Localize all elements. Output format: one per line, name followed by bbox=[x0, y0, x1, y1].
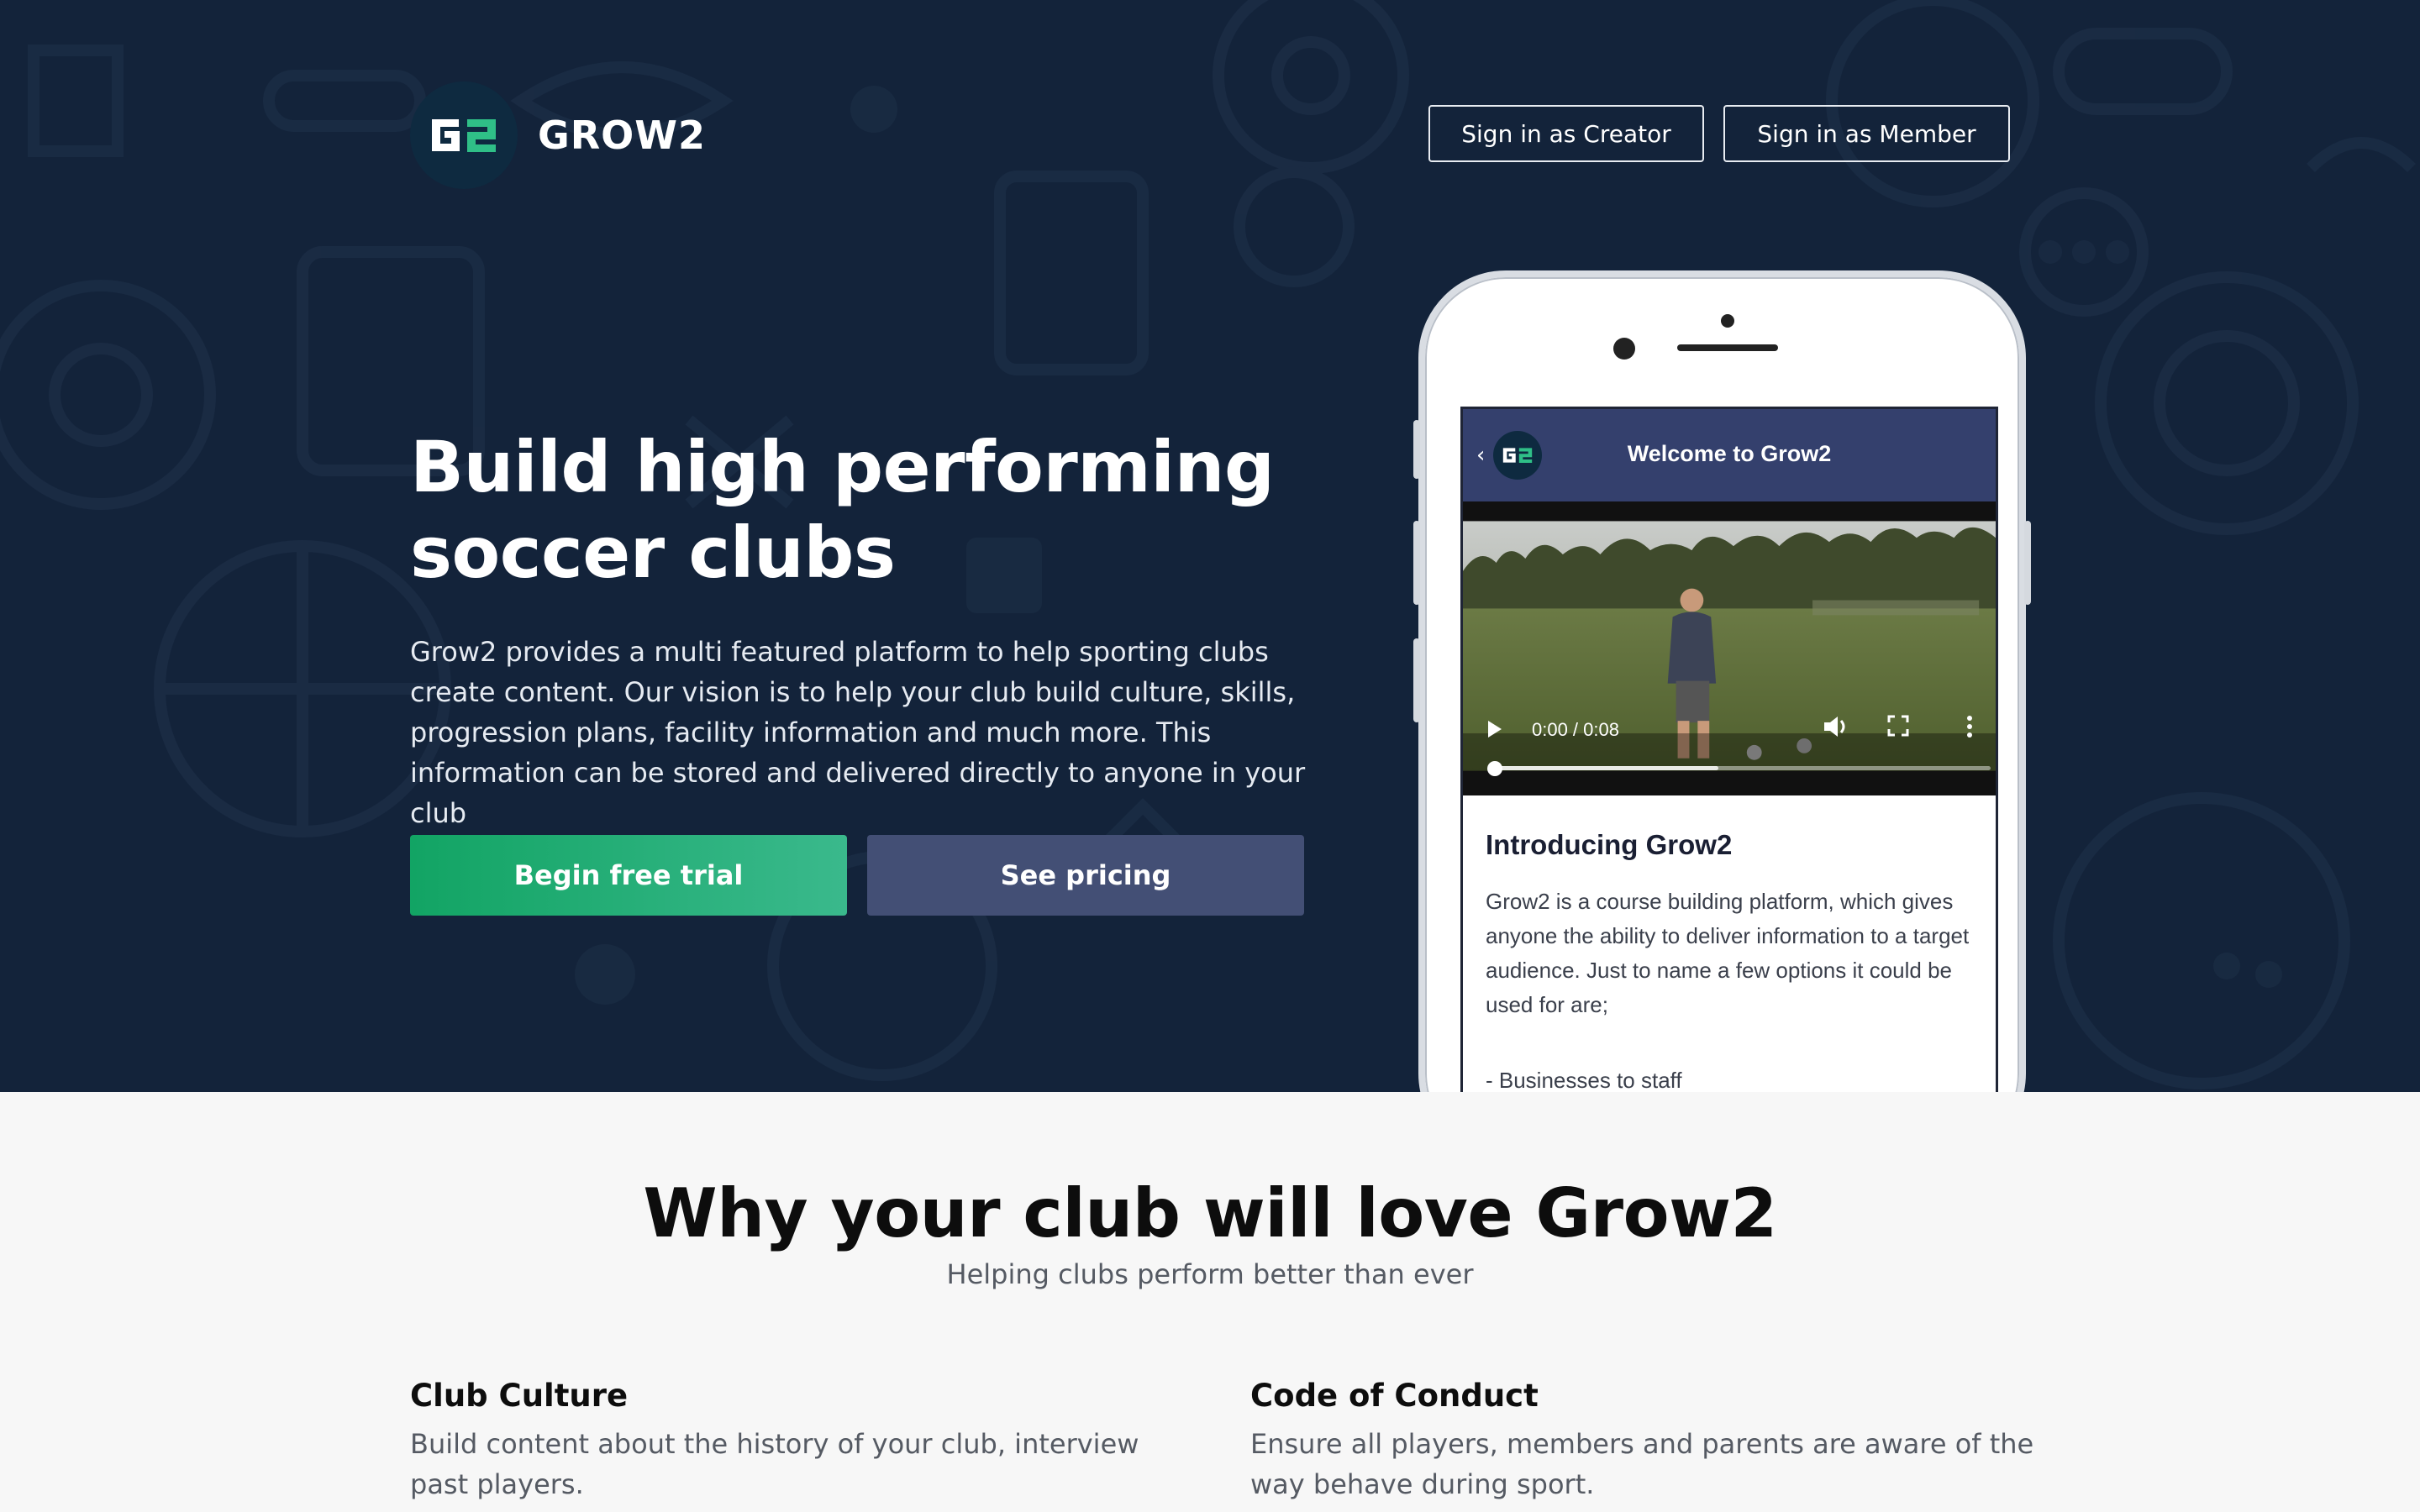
video-progress-handle[interactable] bbox=[1487, 761, 1502, 776]
feature-title: Code of Conduct bbox=[1250, 1378, 1539, 1414]
phone-speaker bbox=[1677, 344, 1778, 351]
video-time: 0:00 / 0:08 bbox=[1532, 719, 1619, 740]
brand-name: GROW2 bbox=[538, 113, 707, 158]
phone-volume-up bbox=[1413, 521, 1420, 605]
fullscreen-icon[interactable] bbox=[1886, 714, 1910, 738]
hero-title-line-1: Build high performing bbox=[410, 426, 1275, 508]
intro-body: Grow2 is a course building platform, whi… bbox=[1486, 889, 1970, 1017]
phone-power-button bbox=[2024, 521, 2031, 605]
g2-logo-icon bbox=[410, 81, 518, 189]
video-player[interactable]: 0:00 / 0:08 bbox=[1463, 501, 1996, 795]
app-header: ‹ Welcome to Grow2 bbox=[1463, 409, 1996, 501]
hero-title: Build high performing soccer clubs bbox=[410, 424, 1334, 596]
video-progress-bar[interactable] bbox=[1495, 766, 1991, 770]
features-section: Why your club will love Grow2 Helping cl… bbox=[0, 1092, 2420, 1512]
hero-section: GROW2 Sign in as Creator Sign in as Memb… bbox=[0, 0, 2420, 1092]
app-title: Welcome to Grow2 bbox=[1627, 441, 1832, 466]
phone-screen: ‹ Welcome to Grow2 0:00 / 0:08 Introduci… bbox=[1460, 407, 1998, 1092]
more-options-icon[interactable] bbox=[1965, 714, 1974, 739]
play-icon[interactable] bbox=[1488, 721, 1502, 738]
phone-volume-down bbox=[1413, 638, 1420, 722]
begin-free-trial-button[interactable]: Begin free trial bbox=[410, 835, 847, 916]
phone-mockup: ‹ Welcome to Grow2 0:00 / 0:08 Introduci… bbox=[1413, 270, 2031, 1092]
feature-description: Build content about the history of your … bbox=[410, 1428, 1139, 1500]
feature-description: Ensure all players, members and parents … bbox=[1250, 1428, 2034, 1500]
phone-camera bbox=[1613, 338, 1635, 360]
intro-title: Introducing Grow2 bbox=[1486, 829, 1733, 860]
video-buffer-bar bbox=[1495, 766, 1718, 770]
phone-sensor bbox=[1721, 314, 1734, 328]
video-controls: 0:00 / 0:08 bbox=[1463, 690, 1996, 776]
feature-club-culture: Club Culture Build content about the his… bbox=[410, 1378, 1200, 1504]
sign-in-creator-button[interactable]: Sign in as Creator bbox=[1428, 105, 1704, 162]
see-pricing-button[interactable]: See pricing bbox=[867, 835, 1304, 916]
intro-list-item: - Businesses to staff bbox=[1486, 1068, 1682, 1092]
sign-in-member-button[interactable]: Sign in as Member bbox=[1723, 105, 2010, 162]
volume-icon[interactable] bbox=[1823, 714, 1851, 739]
feature-code-of-conduct: Code of Conduct Ensure all players, memb… bbox=[1250, 1378, 2040, 1504]
phone-mute-switch bbox=[1413, 420, 1420, 479]
hero-title-line-2: soccer clubs bbox=[410, 512, 896, 594]
feature-title: Club Culture bbox=[410, 1378, 629, 1414]
features-title: Why your club will love Grow2 bbox=[643, 1174, 1777, 1252]
hero-description: Grow2 provides a multi featured platform… bbox=[410, 636, 1306, 829]
brand[interactable]: GROW2 bbox=[410, 81, 706, 189]
features-subtitle: Helping clubs perform better than ever bbox=[946, 1258, 1474, 1290]
